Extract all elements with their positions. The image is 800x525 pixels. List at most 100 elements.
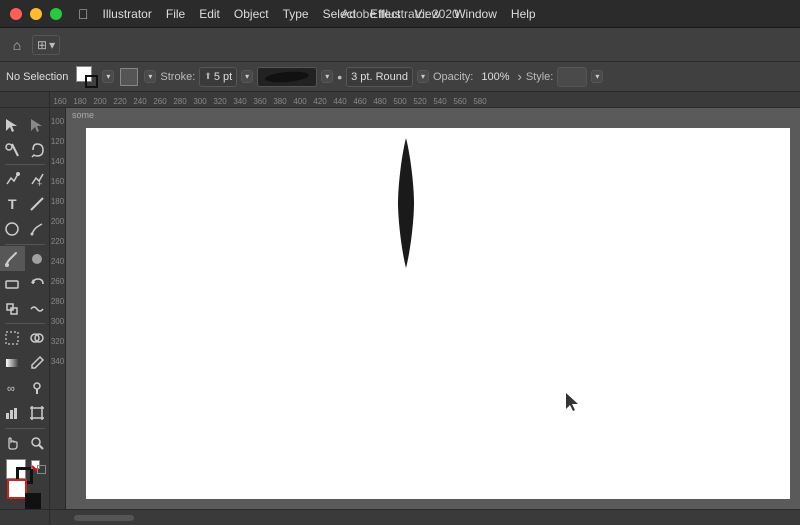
workspace-switcher[interactable]: ⊞ ▾: [32, 35, 60, 55]
zoom-tool[interactable]: [25, 430, 50, 455]
menu-file[interactable]: File: [160, 5, 191, 23]
type-line-row: T: [0, 192, 49, 217]
artboard-tool[interactable]: [25, 401, 50, 426]
lasso-tool[interactable]: [25, 137, 50, 162]
scale-warp-row: [0, 296, 49, 321]
ruler-v-tick: 100: [50, 112, 65, 132]
close-button[interactable]: [10, 8, 22, 20]
stroke-color-box[interactable]: [85, 75, 98, 88]
brush-preview[interactable]: [257, 67, 317, 87]
type-tool[interactable]: T: [0, 192, 25, 217]
fill-with-stroke[interactable]: [7, 479, 27, 499]
magic-wand-tool[interactable]: [0, 137, 25, 162]
minimize-button[interactable]: [30, 8, 42, 20]
graph-row: [0, 401, 49, 426]
control-bar: ⌂ ⊞ ▾: [0, 28, 800, 62]
stroke-units-dropdown[interactable]: ▾: [241, 70, 253, 83]
horizontal-scrollbar[interactable]: [50, 510, 800, 525]
stroke-arrows[interactable]: ⬆: [204, 71, 212, 82]
style-dropdown[interactable]: ▾: [591, 70, 603, 83]
brush-dropdown[interactable]: ▾: [321, 70, 333, 83]
add-anchor-tool[interactable]: +: [25, 167, 50, 192]
pen-tools-row: +: [0, 167, 49, 192]
properties-bar: No Selection ▾ ▾ Stroke: ⬆ 5 pt ▾ ▾ • 3 …: [0, 62, 800, 92]
blend-tool[interactable]: ∞: [0, 376, 25, 401]
ruler-tick: 260: [150, 97, 170, 106]
menu-help[interactable]: Help: [505, 5, 542, 23]
column-graph-tool[interactable]: [0, 401, 25, 426]
line-segment-tool[interactable]: [25, 192, 50, 217]
direct-selection-tool[interactable]: [25, 112, 50, 137]
scale-tool[interactable]: [0, 296, 25, 321]
ruler-tick: 340: [230, 97, 250, 106]
stroke-label: Stroke:: [160, 71, 195, 83]
home-button[interactable]: ⌂: [6, 34, 28, 56]
style-selector[interactable]: [557, 67, 587, 87]
blend-row: ∞: [0, 376, 49, 401]
ruler-v-tick: 320: [50, 332, 65, 352]
menu-type[interactable]: Type: [277, 5, 315, 23]
ruler-v-tick: 140: [50, 152, 65, 172]
menu-edit[interactable]: Edit: [193, 5, 226, 23]
hand-tool[interactable]: [0, 430, 25, 455]
menu-object[interactable]: Object: [228, 5, 275, 23]
ruler-tick: 300: [190, 97, 210, 106]
paintbrush-tool[interactable]: [0, 246, 25, 271]
fill-stroke-dropdown[interactable]: ▾: [102, 70, 114, 83]
maximize-button[interactable]: [50, 8, 62, 20]
scrollbar-thumb[interactable]: [74, 515, 134, 521]
ruler-v-tick: 300: [50, 312, 65, 332]
blob-brush-tool[interactable]: [25, 246, 50, 271]
gradient-tool[interactable]: [0, 351, 25, 376]
symbol-sprayer-tool[interactable]: [25, 376, 50, 401]
gradient-row: [0, 351, 49, 376]
cursor-arrow: [566, 393, 580, 414]
stroke-dark[interactable]: [25, 493, 41, 509]
hand-zoom-row: [0, 430, 49, 455]
pencil-tool[interactable]: [25, 217, 50, 242]
stroke-fill-toggle[interactable]: [7, 479, 43, 509]
view-mode-dropdown[interactable]: ▾: [144, 70, 156, 83]
tool-divider-2: [5, 244, 45, 245]
apple-logo: : [78, 6, 89, 22]
stroke-value: 5 pt: [214, 71, 232, 83]
view-mode-button[interactable]: [120, 68, 138, 86]
brush-leaf-shape: [265, 70, 310, 84]
title-bar:  Illustrator File Edit Object Type Sele…: [0, 0, 800, 28]
selection-tool[interactable]: [0, 112, 25, 137]
opacity-expand-icon[interactable]: ›: [518, 69, 522, 84]
pen-tool[interactable]: [0, 167, 25, 192]
menu-illustrator[interactable]: Illustrator: [97, 5, 158, 23]
rotate-tool[interactable]: [25, 271, 50, 296]
opacity-input[interactable]: 100%: [477, 67, 513, 87]
eraser-tool[interactable]: [0, 271, 25, 296]
brush-chevron-icon: ▾: [325, 72, 329, 81]
free-transform-tool[interactable]: [0, 326, 25, 351]
ruler-v-tick: 240: [50, 252, 65, 272]
color-selector[interactable]: [2, 459, 48, 477]
artboard[interactable]: [86, 128, 790, 499]
rectangle-tool[interactable]: [0, 217, 25, 242]
type-icon: T: [8, 196, 17, 212]
ruler-tick: 320: [210, 97, 230, 106]
swap-colors-icon[interactable]: [37, 465, 46, 474]
ruler-top-row: 160 180 200 220 240 260 280 300 320 340 …: [0, 92, 800, 108]
svg-text:∞: ∞: [7, 383, 15, 395]
shape-builder-tool[interactable]: [25, 326, 50, 351]
stroke-width-input[interactable]: ⬆ 5 pt: [199, 67, 237, 87]
brush-size-dropdown[interactable]: ▾: [417, 70, 429, 83]
bottom-left-corner: [0, 510, 50, 525]
brush-size-selector[interactable]: 3 pt. Round: [346, 67, 413, 87]
eyedropper-tool[interactable]: [25, 351, 50, 376]
ruler-top: 160 180 200 220 240 260 280 300 320 340 …: [50, 92, 800, 107]
ellipse-pencil-row: [0, 217, 49, 242]
fill-stroke-selector[interactable]: [76, 66, 98, 88]
ruler-left: 100 120 140 160 180 200 220 240 260 280 …: [50, 108, 66, 509]
canvas-label: some: [72, 110, 94, 120]
ruler-tick: 400: [290, 97, 310, 106]
title-bar-left:  Illustrator File Edit Object Type Sele…: [10, 5, 542, 23]
ruler-v-tick: 220: [50, 232, 65, 252]
canvas-area[interactable]: some: [66, 108, 800, 509]
ruler-tick: 540: [430, 97, 450, 106]
warp-tool[interactable]: [25, 296, 50, 321]
